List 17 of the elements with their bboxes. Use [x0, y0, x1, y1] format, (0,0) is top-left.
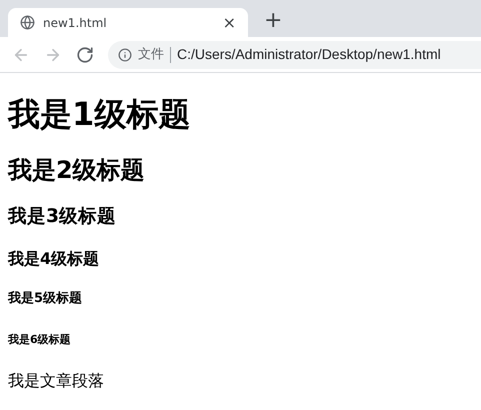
- heading: 我是1级标题: [8, 94, 190, 134]
- new-tab-button[interactable]: +: [264, 10, 282, 32]
- heading: 我是3级标题: [8, 205, 116, 228]
- info-icon: [118, 48, 132, 62]
- browser-tab[interactable]: new1.html ×: [8, 8, 248, 37]
- address-bar[interactable]: 文件 C:/Users/Administrator/Desktop/new1.html: [108, 40, 481, 68]
- heading: 我是2级标题: [8, 155, 145, 185]
- tab-title: new1.html: [43, 14, 108, 32]
- scheme-label: 文件: [138, 46, 164, 64]
- reload-button[interactable]: [76, 46, 94, 64]
- paragraph: 我是文章段落: [8, 371, 104, 392]
- globe-icon: [20, 15, 35, 30]
- url-text: C:/Users/Administrator/Desktop/new1.html: [177, 45, 441, 64]
- heading: 我是4级标题: [8, 249, 100, 270]
- heading: 我是6级标题: [8, 332, 71, 346]
- heading: 我是5级标题: [8, 291, 82, 308]
- close-tab-button[interactable]: ×: [222, 14, 236, 30]
